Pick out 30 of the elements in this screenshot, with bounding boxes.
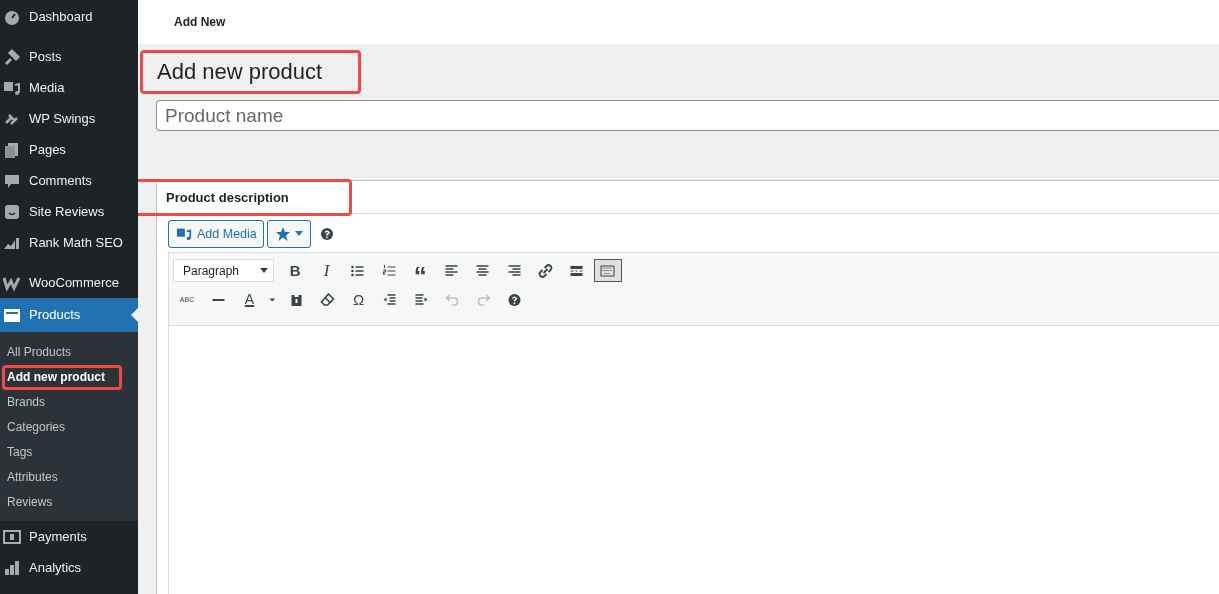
menu-item[interactable]: Media [0,72,138,103]
menu-item[interactable]: Dashboard [0,1,138,32]
page-title: Add new product [140,50,362,95]
page-breadcrumb: Add New [174,14,226,31]
submenu-item[interactable]: Add new product [2,365,122,390]
submenu-item[interactable]: Tags [2,440,50,465]
menu-item[interactable]: Posts [0,41,138,72]
panel-title: Product description [138,178,352,217]
toolbar-button[interactable]: I [312,259,341,283]
menu-item[interactable]: WP Swings [0,103,138,134]
menu-item[interactable]: Site Reviews [0,196,138,227]
toolbar-button[interactable]: Ω [344,288,373,312]
toolbar-button[interactable]: B [281,259,310,283]
menu-item[interactable]: Analytics [0,552,138,583]
menu-item[interactable]: WooCommerce [0,267,138,298]
menu-item[interactable]: Products [0,298,138,332]
submenu-item[interactable]: All Products [2,340,89,365]
menu-item[interactable]: Comments [0,165,138,196]
menu-item[interactable]: Payments [0,521,138,552]
toolbar-button[interactable]: A [235,288,264,312]
menu-item[interactable]: Pages [0,134,138,165]
submenu-item[interactable]: Reviews [2,490,70,515]
format-dropdown[interactable]: Paragraph [173,259,274,283]
submenu-item[interactable]: Attributes [2,465,75,490]
submenu-item[interactable]: Brands [2,390,63,415]
submenu-item[interactable]: Categories [2,415,83,440]
menu-item[interactable]: Rank Math SEO [0,227,138,258]
toolbar-button[interactable]: “ [406,259,435,283]
add-media-button[interactable]: Add Media [168,220,264,249]
product-name-field[interactable]: Product name [156,100,1219,132]
